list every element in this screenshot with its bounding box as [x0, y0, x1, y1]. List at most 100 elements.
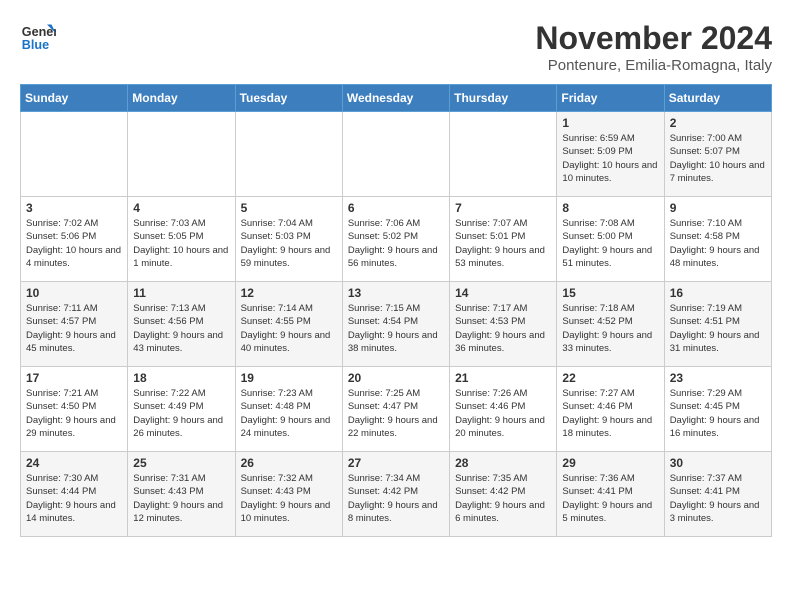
logo: General Blue	[20, 20, 56, 56]
day-info: Sunrise: 7:17 AMSunset: 4:53 PMDaylight:…	[455, 302, 551, 355]
day-number: 28	[455, 456, 551, 470]
header-monday: Monday	[128, 85, 235, 112]
calendar-cell: 9 Sunrise: 7:10 AMSunset: 4:58 PMDaylight…	[664, 197, 771, 282]
day-info: Sunrise: 7:23 AMSunset: 4:48 PMDaylight:…	[241, 387, 337, 440]
day-number: 27	[348, 456, 444, 470]
day-info: Sunrise: 7:36 AMSunset: 4:41 PMDaylight:…	[562, 472, 658, 525]
day-number: 4	[133, 201, 229, 215]
day-info: Sunrise: 7:37 AMSunset: 4:41 PMDaylight:…	[670, 472, 766, 525]
svg-text:Blue: Blue	[22, 38, 49, 52]
calendar-cell: 6 Sunrise: 7:06 AMSunset: 5:02 PMDaylight…	[342, 197, 449, 282]
calendar-cell: 21 Sunrise: 7:26 AMSunset: 4:46 PMDayligh…	[450, 367, 557, 452]
calendar-cell: 15 Sunrise: 7:18 AMSunset: 4:52 PMDayligh…	[557, 282, 664, 367]
day-info: Sunrise: 7:35 AMSunset: 4:42 PMDaylight:…	[455, 472, 551, 525]
days-header-row: Sunday Monday Tuesday Wednesday Thursday…	[21, 85, 772, 112]
day-number: 26	[241, 456, 337, 470]
day-number: 16	[670, 286, 766, 300]
day-info: Sunrise: 7:25 AMSunset: 4:47 PMDaylight:…	[348, 387, 444, 440]
location-subtitle: Pontenure, Emilia-Romagna, Italy	[535, 57, 772, 74]
calendar-cell: 25 Sunrise: 7:31 AMSunset: 4:43 PMDayligh…	[128, 452, 235, 537]
day-number: 23	[670, 371, 766, 385]
day-info: Sunrise: 7:03 AMSunset: 5:05 PMDaylight:…	[133, 217, 229, 270]
day-info: Sunrise: 7:19 AMSunset: 4:51 PMDaylight:…	[670, 302, 766, 355]
calendar-cell	[21, 112, 128, 197]
day-info: Sunrise: 6:59 AMSunset: 5:09 PMDaylight:…	[562, 132, 658, 185]
calendar-cell: 26Sunrise: 7:32 AMSunset: 4:43 PMDayligh…	[235, 452, 342, 537]
day-number: 20	[348, 371, 444, 385]
header-wednesday: Wednesday	[342, 85, 449, 112]
day-number: 6	[348, 201, 444, 215]
day-info: Sunrise: 7:27 AMSunset: 4:46 PMDaylight:…	[562, 387, 658, 440]
day-number: 19	[241, 371, 337, 385]
day-number: 2	[670, 116, 766, 130]
day-number: 3	[26, 201, 122, 215]
calendar-cell: 5Sunrise: 7:04 AMSunset: 5:03 PMDaylight…	[235, 197, 342, 282]
day-info: Sunrise: 7:22 AMSunset: 4:49 PMDaylight:…	[133, 387, 229, 440]
day-number: 11	[133, 286, 229, 300]
day-info: Sunrise: 7:10 AMSunset: 4:58 PMDaylight:…	[670, 217, 766, 270]
day-info: Sunrise: 7:14 AMSunset: 4:55 PMDaylight:…	[241, 302, 337, 355]
calendar-cell: 17 Sunrise: 7:21 AMSunset: 4:50 PMDayligh…	[21, 367, 128, 452]
day-info: Sunrise: 7:11 AMSunset: 4:57 PMDaylight:…	[26, 302, 122, 355]
calendar-cell	[342, 112, 449, 197]
calendar-cell: 3 Sunrise: 7:02 AMSunset: 5:06 PMDaylight…	[21, 197, 128, 282]
day-info: Sunrise: 7:08 AMSunset: 5:00 PMDaylight:…	[562, 217, 658, 270]
day-number: 13	[348, 286, 444, 300]
day-number: 12	[241, 286, 337, 300]
day-number: 8	[562, 201, 658, 215]
day-info: Sunrise: 7:31 AMSunset: 4:43 PMDaylight:…	[133, 472, 229, 525]
day-info: Sunrise: 7:15 AMSunset: 4:54 PMDaylight:…	[348, 302, 444, 355]
calendar-cell: 8 Sunrise: 7:08 AMSunset: 5:00 PMDaylight…	[557, 197, 664, 282]
day-number: 10	[26, 286, 122, 300]
calendar-week-row: 3 Sunrise: 7:02 AMSunset: 5:06 PMDaylight…	[21, 197, 772, 282]
calendar-week-row: 10 Sunrise: 7:11 AMSunset: 4:57 PMDayligh…	[21, 282, 772, 367]
calendar-cell: 12 Sunrise: 7:14 AMSunset: 4:55 PMDayligh…	[235, 282, 342, 367]
header-friday: Friday	[557, 85, 664, 112]
calendar-cell: 28 Sunrise: 7:35 AMSunset: 4:42 PMDayligh…	[450, 452, 557, 537]
day-number: 25	[133, 456, 229, 470]
day-number: 24	[26, 456, 122, 470]
day-number: 18	[133, 371, 229, 385]
day-number: 21	[455, 371, 551, 385]
calendar-cell: 29 Sunrise: 7:36 AMSunset: 4:41 PMDayligh…	[557, 452, 664, 537]
day-info: Sunrise: 7:06 AMSunset: 5:02 PMDaylight:…	[348, 217, 444, 270]
day-number: 15	[562, 286, 658, 300]
title-area: November 2024 Pontenure, Emilia-Romagna,…	[535, 20, 772, 74]
calendar-cell: 1 Sunrise: 6:59 AMSunset: 5:09 PMDaylight…	[557, 112, 664, 197]
calendar-week-row: 1 Sunrise: 6:59 AMSunset: 5:09 PMDaylight…	[21, 112, 772, 197]
day-number: 9	[670, 201, 766, 215]
header: General Blue November 2024 Pontenure, Em…	[20, 20, 772, 74]
calendar-cell: 22Sunrise: 7:27 AMSunset: 4:46 PMDayligh…	[557, 367, 664, 452]
calendar-cell: 2 Sunrise: 7:00 AMSunset: 5:07 PMDaylight…	[664, 112, 771, 197]
day-number: 1	[562, 116, 658, 130]
calendar-week-row: 17 Sunrise: 7:21 AMSunset: 4:50 PMDayligh…	[21, 367, 772, 452]
calendar-cell	[235, 112, 342, 197]
day-info: Sunrise: 7:18 AMSunset: 4:52 PMDaylight:…	[562, 302, 658, 355]
header-tuesday: Tuesday	[235, 85, 342, 112]
day-info: Sunrise: 7:13 AMSunset: 4:56 PMDaylight:…	[133, 302, 229, 355]
day-info: Sunrise: 7:26 AMSunset: 4:46 PMDaylight:…	[455, 387, 551, 440]
calendar-cell: 11 Sunrise: 7:13 AMSunset: 4:56 PMDayligh…	[128, 282, 235, 367]
day-number: 7	[455, 201, 551, 215]
calendar-cell: 10 Sunrise: 7:11 AMSunset: 4:57 PMDayligh…	[21, 282, 128, 367]
calendar-cell: 14Sunrise: 7:17 AMSunset: 4:53 PMDayligh…	[450, 282, 557, 367]
calendar-cell: 24Sunrise: 7:30 AMSunset: 4:44 PMDayligh…	[21, 452, 128, 537]
logo-icon: General Blue	[20, 20, 56, 56]
calendar-cell: 7 Sunrise: 7:07 AMSunset: 5:01 PMDaylight…	[450, 197, 557, 282]
day-number: 30	[670, 456, 766, 470]
day-info: Sunrise: 7:21 AMSunset: 4:50 PMDaylight:…	[26, 387, 122, 440]
day-info: Sunrise: 7:34 AMSunset: 4:42 PMDaylight:…	[348, 472, 444, 525]
calendar-cell: 13 Sunrise: 7:15 AMSunset: 4:54 PMDayligh…	[342, 282, 449, 367]
calendar-cell: 27 Sunrise: 7:34 AMSunset: 4:42 PMDayligh…	[342, 452, 449, 537]
calendar-cell: 20 Sunrise: 7:25 AMSunset: 4:47 PMDayligh…	[342, 367, 449, 452]
day-info: Sunrise: 7:00 AMSunset: 5:07 PMDaylight:…	[670, 132, 766, 185]
day-info: Sunrise: 7:04 AMSunset: 5:03 PMDaylight:…	[241, 217, 337, 270]
day-info: Sunrise: 7:02 AMSunset: 5:06 PMDaylight:…	[26, 217, 122, 270]
calendar-cell: 19 Sunrise: 7:23 AMSunset: 4:48 PMDayligh…	[235, 367, 342, 452]
calendar-table: Sunday Monday Tuesday Wednesday Thursday…	[20, 84, 772, 537]
calendar-cell: 23Sunrise: 7:29 AMSunset: 4:45 PMDayligh…	[664, 367, 771, 452]
day-number: 29	[562, 456, 658, 470]
day-info: Sunrise: 7:07 AMSunset: 5:01 PMDaylight:…	[455, 217, 551, 270]
day-number: 17	[26, 371, 122, 385]
calendar-cell: 18 Sunrise: 7:22 AMSunset: 4:49 PMDayligh…	[128, 367, 235, 452]
